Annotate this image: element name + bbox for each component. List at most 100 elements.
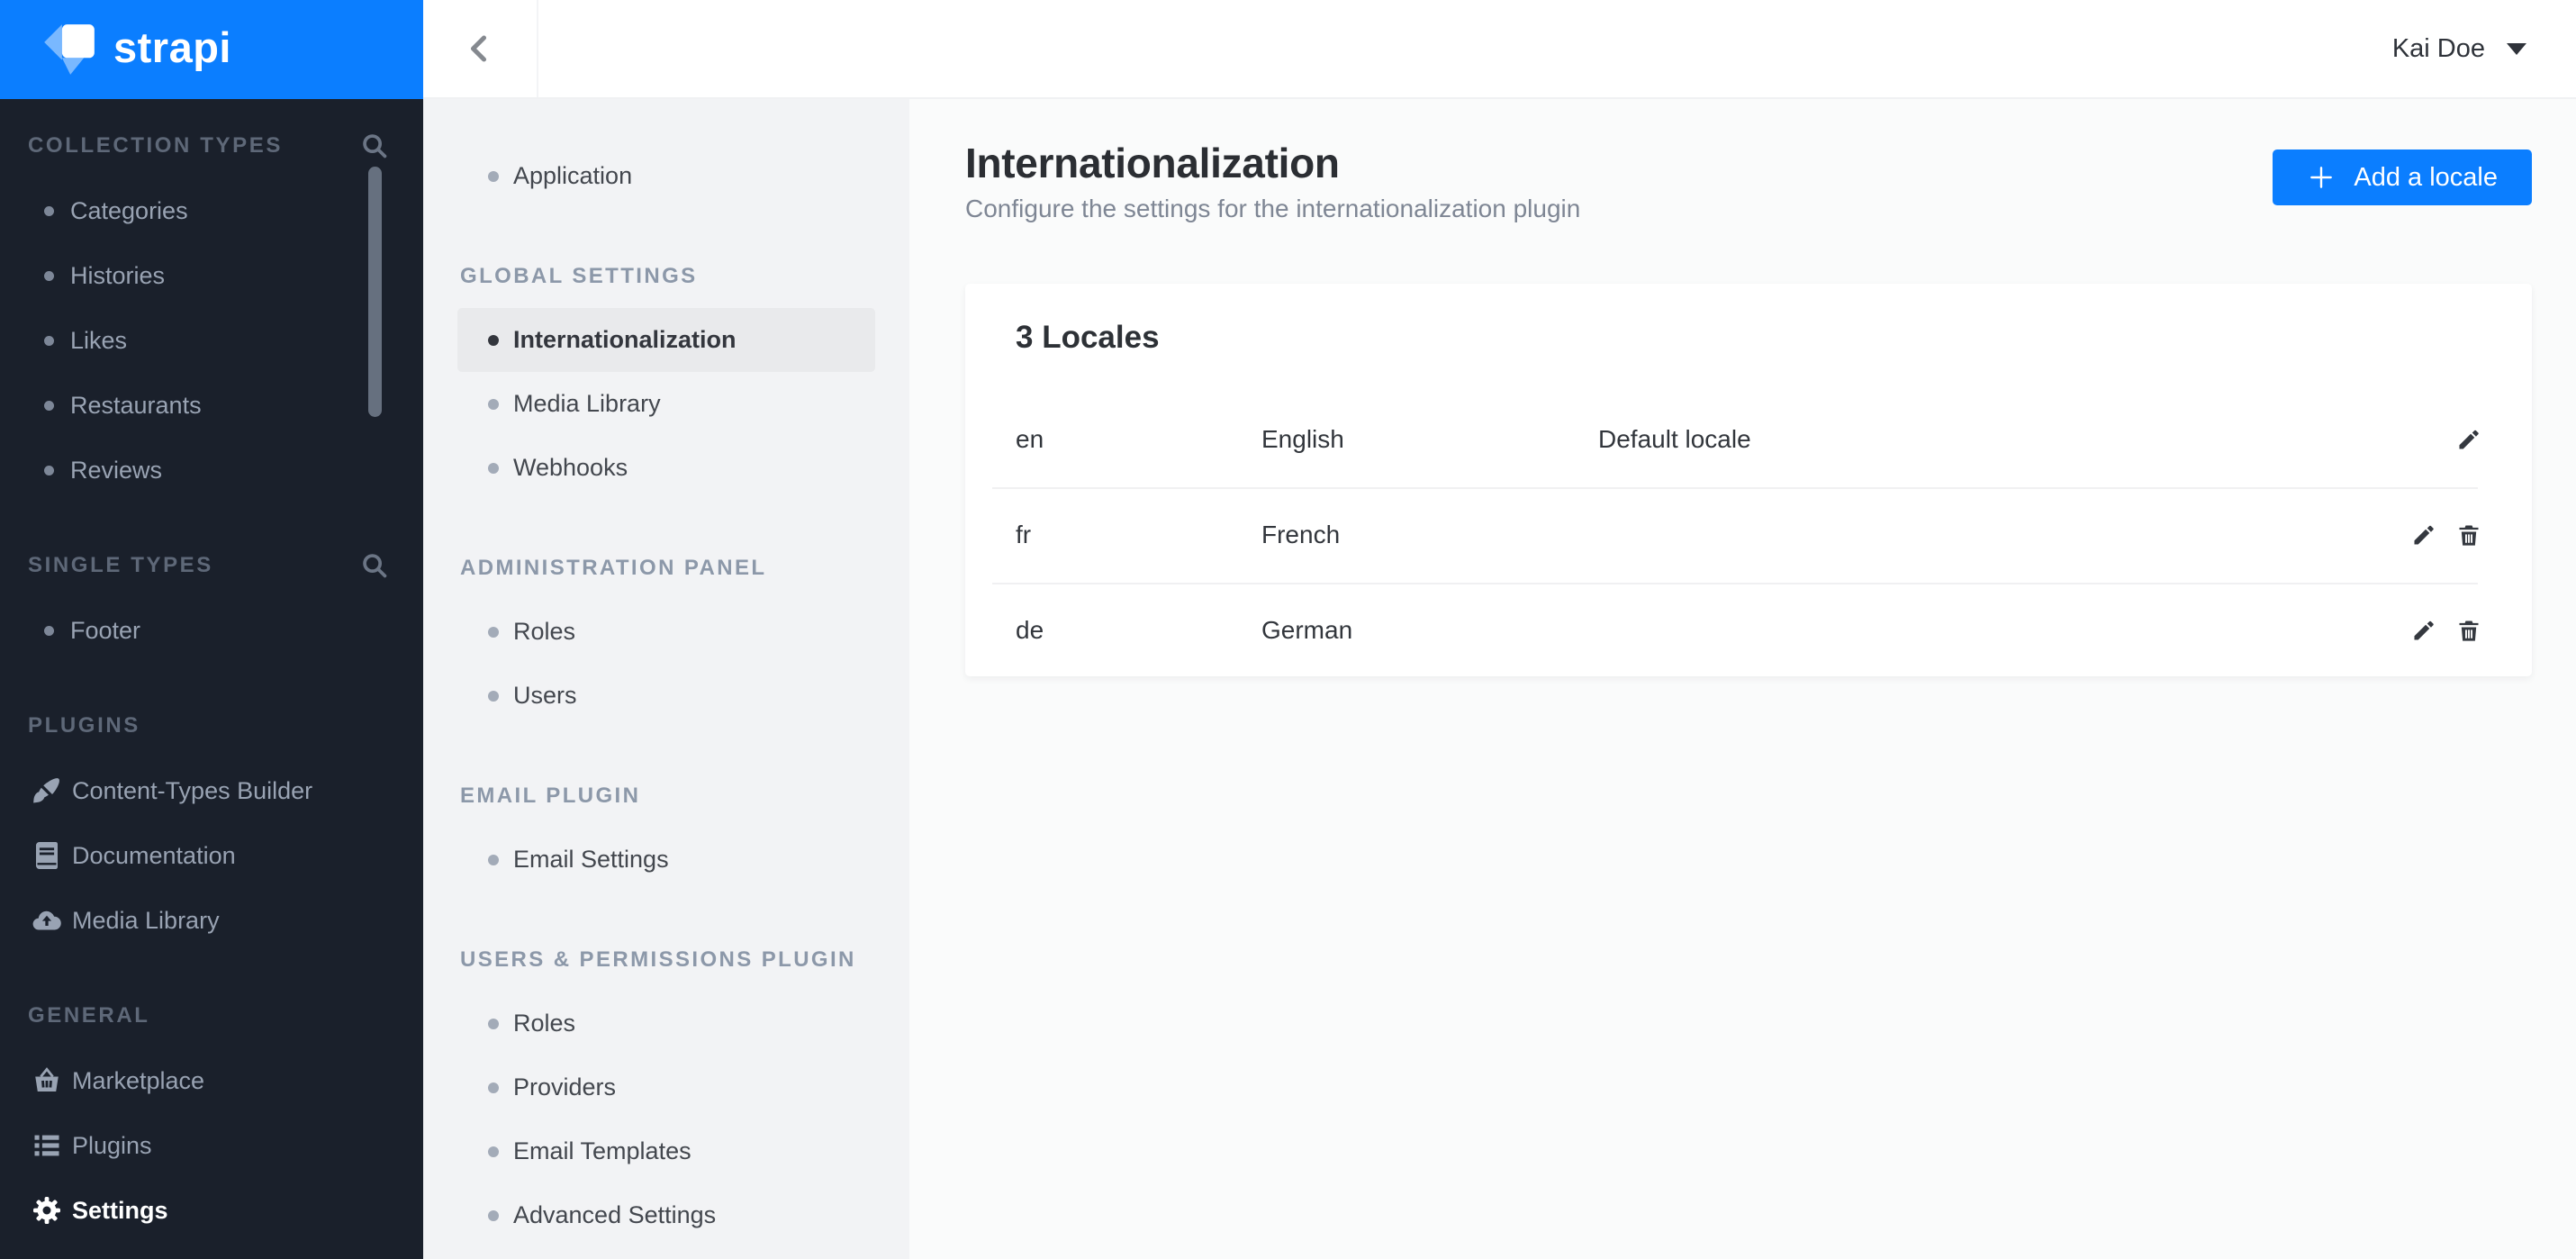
pencil-icon: [2459, 430, 2479, 449]
sidebar-item-likes[interactable]: Likes: [0, 308, 423, 373]
bullet-icon: [44, 625, 54, 636]
brush-icon: [31, 774, 63, 807]
settings-nav-header-global-settings: GLOBAL SETTINGS: [460, 263, 698, 288]
settings-nav-header-users-permissions-plugin: USERS & PERMISSIONS PLUGIN: [460, 947, 856, 972]
book-icon: [31, 839, 63, 872]
plus-icon: [2310, 167, 2333, 188]
sidebar-menu: COLLECTION TYPES Categories Histories Li…: [0, 99, 423, 1243]
sidebar-scrollbar[interactable]: [368, 167, 382, 417]
locale-code: de: [1016, 616, 1044, 644]
bullet-icon: [44, 400, 54, 411]
locales-table: en English Default locale fr French de G…: [965, 392, 2532, 678]
strapi-wordmark: strapi: [113, 23, 231, 71]
delete-locale-button[interactable]: [2456, 522, 2481, 548]
sidebar-item-media-library[interactable]: Media Library: [0, 888, 423, 953]
section-title: PLUGINS: [28, 713, 140, 738]
pencil-icon: [2414, 525, 2434, 545]
locale-default-badge: Default locale: [1598, 425, 1751, 453]
sidebar-item-categories[interactable]: Categories: [0, 178, 423, 243]
sidebar-item-histories[interactable]: Histories: [0, 243, 423, 308]
main-content: Internationalization Configure the setti…: [909, 99, 2576, 1259]
settings-nav-item-webhooks[interactable]: Webhooks: [457, 436, 875, 500]
main-sidebar: strapi COLLECTION TYPES Categories Histo…: [0, 0, 423, 1259]
bullet-icon: [44, 465, 54, 476]
bullet-icon: [488, 170, 499, 182]
bullet-icon: [488, 398, 499, 410]
page-title: Internationalization: [965, 140, 1340, 186]
sidebar-item-plugins[interactable]: Plugins: [0, 1113, 423, 1178]
locale-name: English: [1261, 425, 1344, 453]
section-title: SINGLE TYPES: [28, 553, 213, 577]
settings-nav-item-application[interactable]: Application: [457, 144, 875, 208]
settings-nav-header-administration-panel: ADMINISTRATION PANEL: [460, 555, 767, 580]
search-icon[interactable]: [360, 131, 389, 160]
sidebar-section-collection-types: COLLECTION TYPES Categories Histories Li…: [0, 113, 423, 503]
sidebar-item-footer[interactable]: Footer: [0, 598, 423, 663]
page-subtitle: Configure the settings for the internati…: [965, 195, 1581, 222]
bullet-icon: [488, 1018, 499, 1029]
sidebar-item-content-types-builder[interactable]: Content-Types Builder: [0, 758, 423, 823]
bullet-icon: [44, 205, 54, 216]
bullet-icon: [44, 270, 54, 281]
user-name: Kai Doe: [2391, 33, 2485, 63]
sidebar-item-marketplace[interactable]: Marketplace: [0, 1048, 423, 1113]
settings-nav-item-admin-roles[interactable]: Roles: [457, 600, 875, 664]
settings-nav-item-media-library[interactable]: Media Library: [457, 372, 875, 436]
bullet-icon: [44, 335, 54, 346]
settings-nav-item-providers[interactable]: Providers: [457, 1055, 875, 1119]
bullet-icon: [488, 1146, 499, 1157]
locale-code: fr: [1016, 521, 1032, 548]
basket-icon: [31, 1064, 63, 1097]
bullet-icon: [488, 854, 499, 865]
cloud-upload-icon: [31, 904, 63, 937]
pencil-icon: [2414, 620, 2434, 640]
topbar: Kai Doe: [423, 0, 2576, 99]
locales-card-title: 3 Locales: [1016, 320, 1160, 355]
settings-nav: Application GLOBAL SETTINGS Internationa…: [423, 99, 909, 1259]
settings-nav-item-admin-users[interactable]: Users: [457, 664, 875, 728]
locale-code: en: [1016, 425, 1044, 453]
chevron-left-icon: [470, 35, 487, 62]
back-button[interactable]: [423, 0, 538, 97]
settings-nav-item-internationalization[interactable]: Internationalization: [457, 308, 875, 372]
gear-icon: [31, 1194, 63, 1227]
edit-locale-button[interactable]: [2456, 427, 2481, 452]
table-row-fr[interactable]: fr French: [965, 487, 2532, 583]
settings-nav-header-email-plugin: EMAIL PLUGIN: [460, 783, 641, 808]
list-icon: [31, 1129, 63, 1162]
sidebar-section-single-types: SINGLE TYPES Footer: [0, 533, 423, 663]
delete-locale-button[interactable]: [2456, 618, 2481, 643]
sidebar-item-documentation[interactable]: Documentation: [0, 823, 423, 888]
trash-icon: [2459, 525, 2479, 546]
settings-nav-item-up-roles[interactable]: Roles: [457, 992, 875, 1055]
strapi-admin-app: strapi COLLECTION TYPES Categories Histo…: [0, 0, 2576, 1259]
strapi-logo[interactable]: strapi: [0, 0, 423, 99]
edit-locale-button[interactable]: [2411, 522, 2436, 548]
locale-name: French: [1261, 521, 1341, 548]
settings-nav-item-email-settings[interactable]: Email Settings: [457, 828, 875, 892]
sidebar-section-general: GENERAL Marketplace Plugins Settings: [0, 983, 423, 1243]
locales-card: 3 Locales en English Default locale fr F…: [965, 284, 2532, 676]
strapi-logo-icon: [44, 24, 95, 75]
sidebar-item-reviews[interactable]: Reviews: [0, 438, 423, 503]
section-title: COLLECTION TYPES: [28, 133, 283, 158]
bullet-icon: [488, 690, 499, 702]
trash-icon: [2459, 620, 2479, 641]
sidebar-item-settings[interactable]: Settings: [0, 1178, 423, 1243]
page-header: Internationalization Configure the setti…: [965, 139, 2532, 223]
settings-nav-item-advanced-settings[interactable]: Advanced Settings: [457, 1183, 875, 1247]
bullet-icon: [488, 1209, 499, 1221]
right-column: Kai Doe Application GLOBAL SETTINGS Inte…: [423, 0, 2576, 1259]
table-row-en[interactable]: en English Default locale: [965, 392, 2532, 487]
section-title: GENERAL: [28, 1003, 150, 1028]
search-icon[interactable]: [360, 551, 389, 580]
table-row-de[interactable]: de German: [965, 583, 2532, 678]
settings-nav-item-email-templates[interactable]: Email Templates: [457, 1119, 875, 1183]
user-menu[interactable]: Kai Doe: [2392, 34, 2526, 64]
edit-locale-button[interactable]: [2411, 618, 2436, 643]
add-locale-button[interactable]: Add a locale: [2273, 149, 2532, 205]
sidebar-section-plugins: PLUGINS Content-Types Builder Documentat…: [0, 693, 423, 953]
locale-name: German: [1261, 616, 1353, 644]
sidebar-item-restaurants[interactable]: Restaurants: [0, 373, 423, 438]
bullet-icon: [488, 334, 499, 346]
